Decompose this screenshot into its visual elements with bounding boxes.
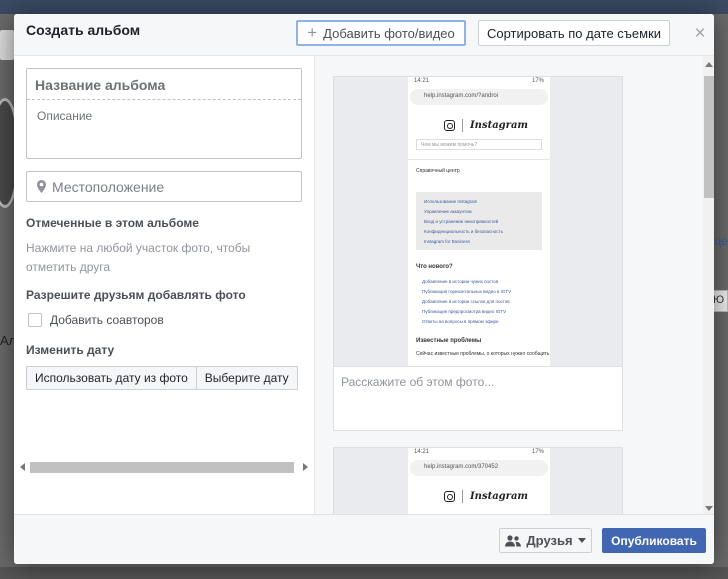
choose-date-button[interactable]: Выберите дату (196, 366, 298, 390)
phone-divider (408, 159, 550, 160)
phone-link: Instagram for Business (424, 239, 471, 244)
phone-link: Управление аккаунтом (424, 209, 472, 214)
phone-battery: 17% (531, 78, 544, 84)
phone-link: Конфиденциальность и безопасность (424, 229, 503, 234)
phone-time: 14:21 (414, 78, 430, 84)
background-right-text: це (714, 234, 728, 248)
friends-icon (505, 534, 522, 546)
instagram-wordmark: Instagram (470, 491, 528, 502)
phone-news-item: Добавление в истории ссылок для постов (422, 299, 510, 304)
scroll-right-arrow-icon[interactable] (303, 463, 308, 471)
add-photo-video-button[interactable]: + Добавить фото/видео (296, 20, 466, 46)
phone-help-center: Справочный центр (416, 168, 460, 174)
dialog-title: Создать альбом (26, 22, 141, 38)
dialog-header: Создать альбом + Добавить фото/видео Сор… (14, 14, 714, 56)
name-divider (27, 99, 301, 100)
coauthors-checkbox[interactable] (28, 313, 42, 327)
instagram-camera-icon (444, 120, 455, 131)
phone-link: Вход и устранение неисправностей (424, 219, 499, 224)
instagram-camera-icon (444, 491, 455, 502)
location-input[interactable]: Местоположение (26, 171, 302, 202)
sort-by-date-button[interactable]: Сортировать по дате съемки (478, 20, 670, 46)
tagged-hint: Нажмите на любой участок фото, чтобы отм… (26, 241, 251, 274)
phone-links-box: Использование Instagram Управление аккау… (416, 192, 542, 250)
phone-known-issues-text: Сейчас известные проблемы, о которых нуж… (416, 351, 550, 357)
phone-battery: 17% (531, 449, 544, 455)
phone-url-bar: help.instagram.com/?androi (410, 89, 548, 105)
coauthors-row[interactable]: Добавить соавторов (28, 312, 164, 328)
phone-news-item: Публикация горизонтальных видео в IGTV (422, 289, 512, 294)
location-placeholder: Местоположение (52, 179, 165, 195)
phone-status-bar: 14:21 17% (408, 448, 550, 458)
phone-time: 14:21 (414, 449, 430, 455)
background-left-text: Ал (0, 333, 17, 348)
use-photo-date-button[interactable]: Использовать дату из фото (26, 366, 197, 390)
phone-whats-new: Что нового? (416, 264, 453, 270)
date-section-title: Изменить дату (26, 343, 115, 357)
location-pin-icon (37, 180, 46, 193)
phone-link: Использование Instagram (424, 199, 478, 204)
album-name-input[interactable]: Название альбома (35, 77, 165, 93)
phone-news-item: Добавление в истории чужих постов (422, 279, 499, 284)
scroll-up-arrow-icon[interactable] (705, 62, 713, 67)
audience-selector-button[interactable]: Друзья (499, 528, 592, 553)
scroll-left-arrow-icon[interactable] (20, 463, 25, 471)
background-left-box (0, 30, 14, 60)
photos-panel: 14:21 17% help.instagram.com/?androi Ins… (314, 56, 714, 527)
photo-card: 14:21 17% help.instagram.com/?androi Ins… (333, 76, 623, 431)
vertical-scroll-thumb[interactable] (704, 76, 714, 198)
album-description-input[interactable]: Описание (37, 109, 92, 123)
instagram-wordmark: Instagram (470, 120, 528, 131)
logo-separator (462, 119, 463, 132)
phone-known-issues: Известные проблемы (416, 338, 482, 344)
phone-news-list: Добавление в истории чужих постов Публик… (422, 277, 511, 327)
audience-label: Друзья (526, 533, 573, 548)
phone-status-bar: 14:21 17% (408, 77, 550, 87)
phone-screenshot: 14:21 17% help.instagram.com/?androi Ins… (408, 77, 550, 366)
publish-button[interactable]: Опубликовать (602, 528, 706, 553)
add-photo-video-label: Добавить фото/видео (323, 25, 455, 41)
phone-search-box: Чем мы можем помочь? (416, 139, 542, 150)
dialog-footer: Друзья Опубликовать (14, 514, 714, 564)
album-name-box[interactable]: Название альбома Описание (26, 68, 302, 159)
instagram-logo: Instagram (444, 119, 528, 132)
caret-down-icon (577, 538, 586, 543)
tagged-section-title: Отмеченные в этом альбоме (26, 216, 199, 230)
scroll-down-arrow-icon[interactable] (705, 506, 713, 511)
vertical-scrollbar[interactable] (703, 56, 714, 514)
photo-caption-input[interactable]: Расскажите об этом фото... (334, 366, 622, 430)
instagram-logo: Instagram (444, 490, 528, 503)
album-details-panel: Название альбома Описание Местоположение… (14, 56, 314, 514)
date-button-group: Использовать дату из фото Выберите дату (26, 366, 298, 390)
horizontal-scroll-thumb[interactable] (30, 462, 294, 473)
coauthors-label[interactable]: Добавить соавторов (50, 313, 164, 327)
background-topbar (0, 0, 728, 14)
photo-thumbnail[interactable]: 14:21 17% help.instagram.com/?androi Ins… (334, 77, 622, 366)
background-bottom-strip (0, 567, 728, 579)
plus-icon: + (307, 23, 318, 42)
phone-url-bar: help.instagram.com/370452 (410, 460, 548, 476)
logo-separator (462, 490, 463, 503)
phone-news-item: Ответы на вопросы в прямом эфире (422, 319, 499, 324)
close-icon[interactable]: × (692, 24, 708, 44)
create-album-dialog: Создать альбом + Добавить фото/видео Сор… (14, 14, 714, 564)
friends-section-title: Разрешите друзьям добавлять фото (26, 288, 246, 302)
phone-news-item: Публикация предпросмотра видео IGTV (422, 309, 507, 314)
horizontal-scrollbar[interactable] (18, 461, 310, 475)
